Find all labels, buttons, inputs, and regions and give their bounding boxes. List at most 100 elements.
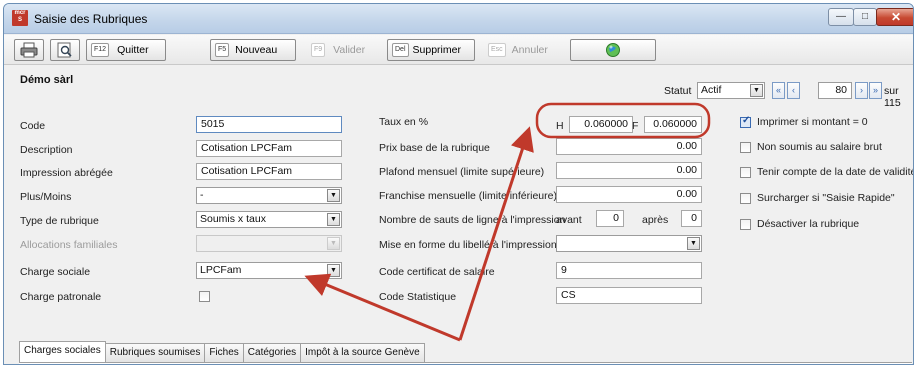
- tab-strip: Charges sociales Rubriques soumises Fich…: [19, 341, 425, 363]
- short-print-input[interactable]: Cotisation LPCFam: [196, 163, 342, 180]
- last-record-button[interactable]: »: [869, 82, 882, 99]
- charge-sociale-label: Charge sociale: [20, 266, 91, 278]
- cancel-key: Esc: [488, 43, 506, 57]
- next-record-button[interactable]: ›: [855, 82, 868, 99]
- prev-icon: ‹: [792, 85, 795, 95]
- non-soumis-checkbox[interactable]: [740, 142, 751, 153]
- tab-panel: [19, 362, 912, 364]
- franchise-input[interactable]: 0.00: [556, 186, 702, 203]
- delete-button[interactable]: Del Supprimer: [387, 39, 475, 61]
- first-record-button[interactable]: «: [772, 82, 785, 99]
- plafond-label: Plafond mensuel (limite supérieure): [379, 166, 545, 178]
- statut-label: Statut: [664, 85, 692, 97]
- statut-value: Actif: [701, 84, 722, 96]
- refresh-button[interactable]: [570, 39, 656, 61]
- quit-key: F12: [91, 43, 110, 57]
- magnifier-icon: [57, 42, 72, 58]
- plus-minus-value: -: [200, 189, 204, 201]
- charge-patronale-checkbox[interactable]: [199, 291, 210, 302]
- franchise-label: Franchise mensuelle (limite inférieure): [379, 190, 557, 202]
- minimize-button[interactable]: —: [828, 8, 854, 26]
- apres-input[interactable]: 0: [681, 210, 702, 227]
- chevron-down-icon: ▼: [327, 189, 340, 202]
- plafond-input[interactable]: 0.00: [556, 162, 702, 179]
- taux-h-input[interactable]: 0.060000: [569, 116, 633, 133]
- prev-record-button[interactable]: ‹: [787, 82, 800, 99]
- taux-label: Taux en %: [379, 116, 429, 128]
- surcharger-label: Surcharger si "Saisie Rapide": [757, 192, 895, 204]
- app-icon: mcr S: [12, 10, 28, 26]
- allocations-label: Allocations familiales: [20, 239, 118, 251]
- mise-label: Mise en forme du libellé à l'impression: [379, 239, 557, 251]
- sauts-label: Nombre de sauts de ligne à l'impression: [379, 214, 566, 226]
- type-value: Soumis x taux: [200, 213, 266, 225]
- imprimer-label: Imprimer si montant = 0: [757, 116, 868, 128]
- globe-icon: [606, 43, 620, 57]
- chevron-down-icon: ▼: [327, 264, 340, 277]
- surcharger-checkbox[interactable]: [740, 193, 751, 204]
- main-window: mcr S Saisie des Rubriques — □ ✕ F12 Qui…: [3, 3, 914, 365]
- description-input[interactable]: Cotisation LPCFam: [196, 140, 342, 157]
- statistique-input[interactable]: CS: [556, 287, 702, 304]
- tab-charges-sociales[interactable]: Charges sociales: [19, 341, 106, 362]
- first-icon: «: [775, 85, 781, 95]
- statut-select[interactable]: Actif ▼: [697, 82, 765, 99]
- code-input[interactable]: 5015: [196, 116, 342, 133]
- plus-minus-select[interactable]: - ▼: [196, 187, 342, 204]
- chevron-down-icon: ▼: [687, 237, 700, 250]
- prix-label: Prix base de la rubrique: [379, 142, 490, 154]
- window-title: Saisie des Rubriques: [34, 12, 148, 26]
- title-bar: mcr S Saisie des Rubriques — □ ✕: [4, 4, 913, 34]
- chevron-down-icon: ▼: [750, 84, 763, 97]
- preview-button[interactable]: [50, 39, 80, 61]
- quit-button[interactable]: F12 Quitter: [86, 39, 166, 61]
- validate-key: F9: [311, 43, 326, 57]
- type-label: Type de rubrique: [20, 215, 99, 227]
- print-button[interactable]: [14, 39, 44, 61]
- certificat-input[interactable]: 9: [556, 262, 702, 279]
- record-number-input[interactable]: 80: [818, 82, 852, 99]
- chevron-down-icon: ▼: [327, 213, 340, 226]
- type-select[interactable]: Soumis x taux ▼: [196, 211, 342, 228]
- next-icon: ›: [860, 85, 863, 95]
- charge-sociale-select[interactable]: LPCFam ▼: [196, 262, 342, 279]
- charge-sociale-value: LPCFam: [200, 264, 242, 276]
- new-key: F5: [215, 43, 230, 57]
- description-label: Description: [20, 144, 73, 156]
- plus-minus-label: Plus/Moins: [20, 191, 72, 203]
- delete-key: Del: [392, 43, 409, 57]
- new-label: Nouveau: [235, 44, 278, 56]
- imprimer-checkbox[interactable]: [740, 115, 751, 128]
- taux-f-label: F: [632, 120, 639, 132]
- quit-label: Quitter: [117, 44, 149, 56]
- short-print-label: Impression abrégée: [20, 167, 113, 179]
- validate-label: Valider: [333, 44, 366, 56]
- certificat-label: Code certificat de salaire: [379, 266, 495, 278]
- validite-checkbox[interactable]: [740, 167, 751, 178]
- mise-select[interactable]: ▼: [556, 235, 702, 252]
- code-label: Code: [20, 120, 46, 132]
- tab-impot-source[interactable]: Impôt à la source Genève: [300, 343, 425, 362]
- validate-button[interactable]: F9 Valider: [306, 39, 376, 61]
- desactiver-checkbox[interactable]: [740, 219, 751, 230]
- charge-patronale-label: Charge patronale: [20, 291, 102, 303]
- close-button[interactable]: ✕: [876, 8, 913, 26]
- cancel-button[interactable]: Esc Annuler: [483, 39, 559, 61]
- record-total: sur 115: [884, 85, 901, 109]
- toolbar: F12 Quitter F5 Nouveau F9 Valider Del Su…: [4, 35, 913, 65]
- taux-f-input[interactable]: 0.060000: [644, 116, 702, 133]
- last-icon: »: [872, 85, 878, 95]
- new-button[interactable]: F5 Nouveau: [210, 39, 296, 61]
- validite-label: Tenir compte de la date de validité: [757, 166, 914, 178]
- avant-input[interactable]: 0: [596, 210, 624, 227]
- tab-rubriques-soumises[interactable]: Rubriques soumises: [104, 343, 206, 362]
- cancel-label: Annuler: [511, 44, 548, 56]
- tab-categories[interactable]: Catégories: [242, 343, 302, 362]
- maximize-button[interactable]: □: [853, 8, 877, 26]
- prix-input[interactable]: 0.00: [556, 138, 702, 155]
- non-soumis-label: Non soumis au salaire brut: [757, 141, 882, 153]
- avant-label: avant: [556, 214, 582, 226]
- tab-fiches[interactable]: Fiches: [204, 343, 244, 362]
- company-name: Démo sàrl: [20, 74, 74, 86]
- allocations-select[interactable]: ▼: [196, 235, 342, 252]
